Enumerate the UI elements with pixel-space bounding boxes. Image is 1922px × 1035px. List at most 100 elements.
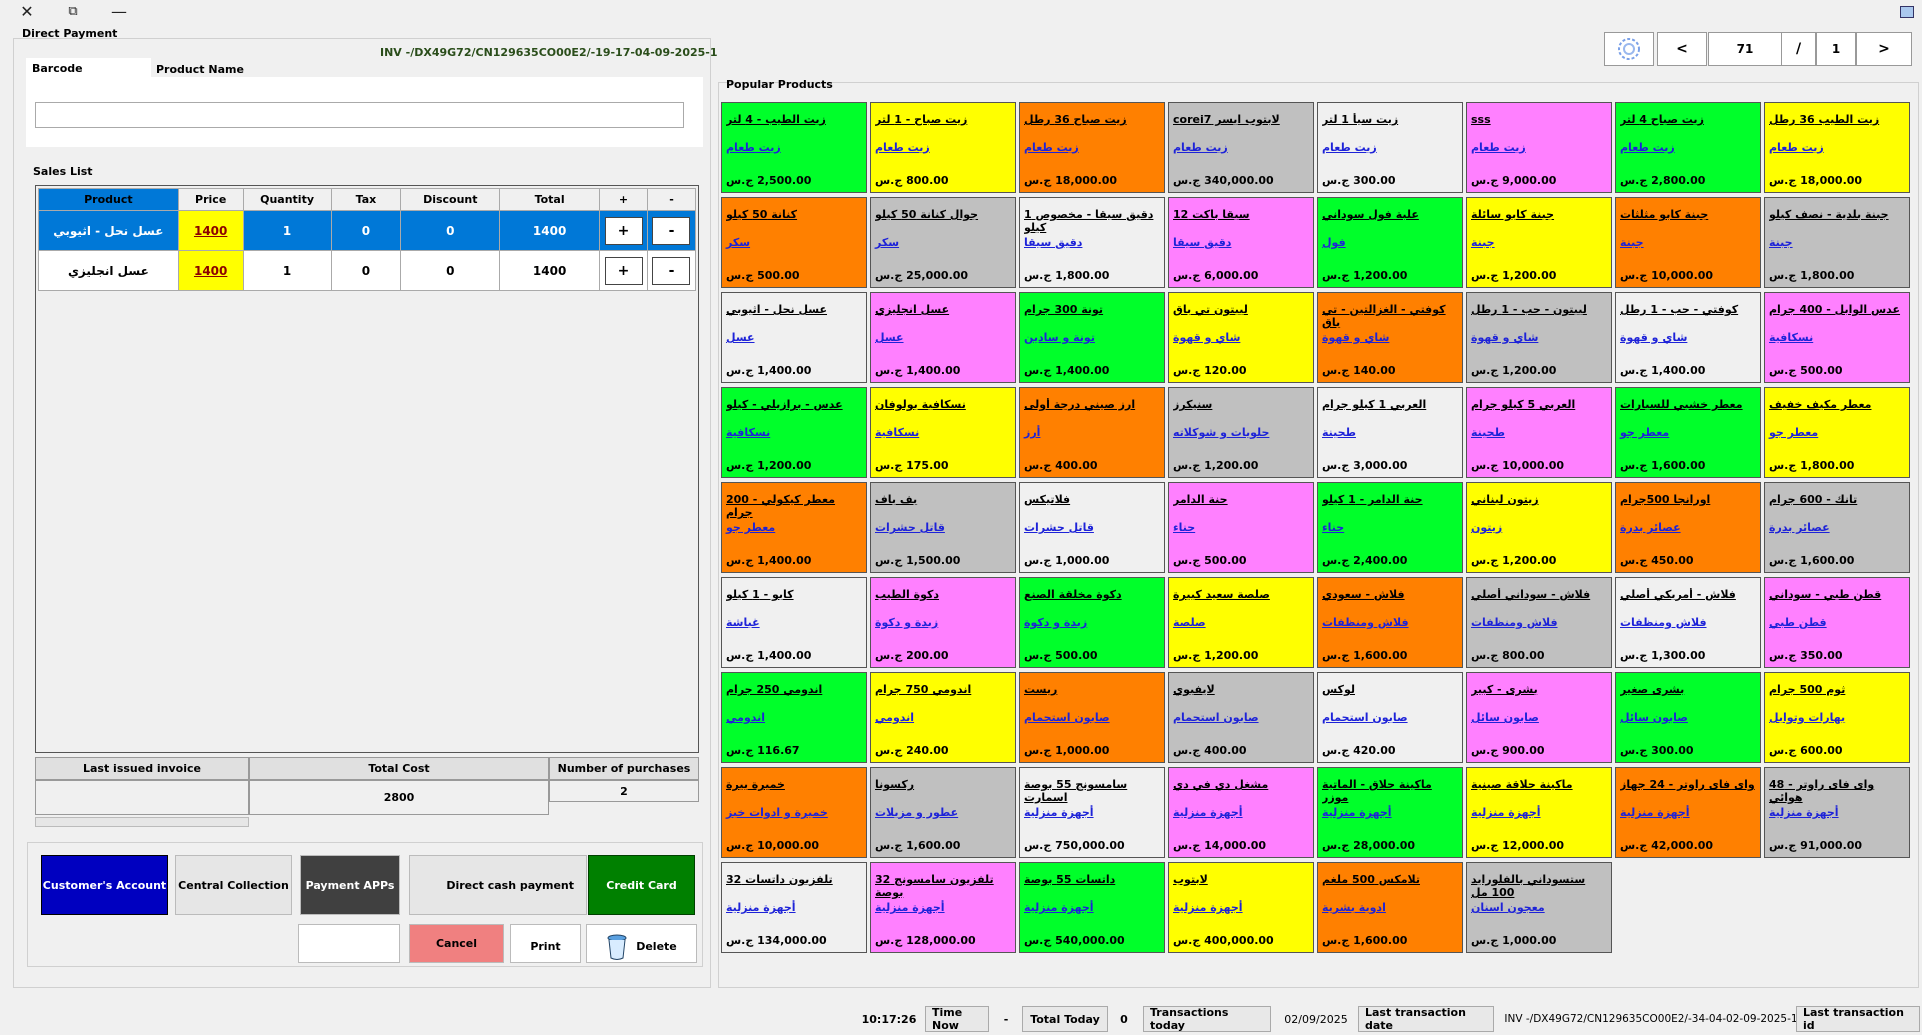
product-category[interactable]: أجهزة منزلية: [1024, 806, 1094, 819]
product-tile[interactable]: تلفزيون داتسات 32 أجهزة منزلية 134,000.00 …: [721, 862, 867, 953]
product-category[interactable]: اندومي: [875, 711, 914, 724]
product-tile[interactable]: عسل انجليزي عسل 1,400.00 ج.س: [870, 292, 1016, 383]
product-category[interactable]: صابون سائل: [1471, 711, 1539, 724]
product-category[interactable]: نسكافية: [726, 426, 770, 439]
cancel-button[interactable]: Cancel: [409, 924, 504, 963]
product-tile[interactable]: زيت صباح 36 رطل زيت طعام 18,000.00 ج.س: [1019, 102, 1165, 193]
product-tile[interactable]: حنة الدامر حناء 500.00 ج.س: [1168, 482, 1314, 573]
product-tile[interactable]: ماكينة حلاق - الماتية موزر أجهزة منزلية 28…: [1317, 767, 1463, 858]
product-category[interactable]: زيت طعام: [726, 141, 781, 154]
product-category[interactable]: أجهزة منزلية: [1620, 806, 1690, 819]
product-category[interactable]: أجهزة منزلية: [875, 901, 945, 914]
product-tile[interactable]: بشرى - كبير صابون سائل 900.00 ج.س: [1466, 672, 1612, 763]
product-category[interactable]: زبدة و دكوة: [1024, 616, 1087, 629]
product-tile[interactable]: كنانة 50 كيلو سكر 500.00 ج.س: [721, 197, 867, 288]
payment-apps-button[interactable]: Payment APPs: [300, 855, 400, 915]
blank-button[interactable]: [298, 924, 400, 963]
product-category[interactable]: عصائر بدرة: [1620, 521, 1681, 534]
product-category[interactable]: شاي و قهوة: [1173, 331, 1240, 344]
product-category[interactable]: شاي و قهوة: [1471, 331, 1538, 344]
product-category[interactable]: معطر جو: [1620, 426, 1669, 439]
next-page-button[interactable]: >: [1856, 32, 1912, 66]
cell-quantity[interactable]: 1: [242, 210, 332, 251]
product-category[interactable]: فلاش ومنظفات: [1471, 616, 1558, 629]
central-collection-button[interactable]: Central Collection: [175, 855, 292, 915]
product-tile[interactable]: واى فاى راوتر - 24 جهاز أجهزة منزلية 42,00…: [1615, 767, 1761, 858]
product-tile[interactable]: بشرى صغير صابون سائل 300.00 ج.س: [1615, 672, 1761, 763]
product-category[interactable]: زيت طعام: [1620, 141, 1675, 154]
product-tile[interactable]: زيت الطيب 36 رطل زيت طعام 18,000.00 ج.س: [1764, 102, 1910, 193]
product-tile[interactable]: معطر كيكولي - 200 جرام معطر جو 1,400.00 ج.…: [721, 482, 867, 573]
product-tile[interactable]: سنيكرز حلويات و شوكلاته 1,200.00 ج.س: [1168, 387, 1314, 478]
product-category[interactable]: جبنة: [1620, 236, 1644, 249]
product-category[interactable]: سكر: [875, 236, 899, 249]
product-tile[interactable]: ركسونا عطور و مزيلات 1,600.00 ج.س: [870, 767, 1016, 858]
product-tile[interactable]: تانك - 600 جرام عصائر بدرة 1,600.00 ج.س: [1764, 482, 1910, 573]
increment-button[interactable]: +: [604, 256, 643, 285]
print-button[interactable]: Print: [510, 924, 581, 963]
product-category[interactable]: جبنة: [1769, 236, 1793, 249]
product-category[interactable]: طحينة: [1471, 426, 1505, 439]
product-tile[interactable]: بف باف قاتل حشرات 1,500.00 ج.س: [870, 482, 1016, 573]
product-tile[interactable]: تلامكس 500 ملغم ادوية بشرية 1,600.00 ج.س: [1317, 862, 1463, 953]
product-tile[interactable]: ليبتون - حب - 1 رطل شاي و قهوة 1,200.00 ج.…: [1466, 292, 1612, 383]
product-category[interactable]: سكر: [726, 236, 750, 249]
customer-account-button[interactable]: Customer's Account: [41, 855, 168, 915]
product-category[interactable]: زيتون: [1471, 521, 1502, 534]
delete-button[interactable]: Delete: [586, 924, 697, 963]
product-tile[interactable]: داتسات 55 بوصة أجهزة منزلية 540,000.00 ج.س: [1019, 862, 1165, 953]
product-category[interactable]: اندومي: [726, 711, 765, 724]
product-category[interactable]: نسكافية: [875, 426, 919, 439]
product-category[interactable]: قطن طبي: [1769, 616, 1827, 629]
product-tile[interactable]: عدس الوابل - 400 جرام نسكافية 500.00 ج.س: [1764, 292, 1910, 383]
product-category[interactable]: غباشة: [726, 616, 760, 629]
product-tile[interactable]: دقيق سيقا - مخصوص 1 كيلو دقيق سيقا 1,800.0…: [1019, 197, 1165, 288]
product-category[interactable]: حناء: [1173, 521, 1195, 534]
product-category[interactable]: معطر جو: [1769, 426, 1818, 439]
prev-page-button[interactable]: <: [1657, 32, 1707, 66]
product-tile[interactable]: تونة 300 جرام تونة و سادين 1,400.00 ج.س: [1019, 292, 1165, 383]
product-category[interactable]: دقيق سيقا: [1024, 236, 1082, 249]
product-category[interactable]: ادوية بشرية: [1322, 901, 1386, 914]
product-tile[interactable]: كوفتي - الغزالتين - تي باق شاي و قهوة 140.…: [1317, 292, 1463, 383]
product-tile[interactable]: علبة فول سوداني فول 1,200.00 ج.س: [1317, 197, 1463, 288]
product-category[interactable]: عطور و مزيلات: [875, 806, 958, 819]
product-category[interactable]: حلويات و شوكلاته: [1173, 426, 1269, 439]
product-tile[interactable]: زيت الطيب - 4 لتر زيت طعام 2,500.00 ج.س: [721, 102, 867, 193]
product-category[interactable]: حناء: [1322, 521, 1344, 534]
product-category[interactable]: صابون استحمام: [1322, 711, 1408, 724]
product-category[interactable]: تونة و سادين: [1024, 331, 1095, 344]
product-category[interactable]: زيت طعام: [1471, 141, 1526, 154]
product-tile[interactable]: دكوة الطيب زبدة و دكوة 200.00 ج.س: [870, 577, 1016, 668]
cell-quantity[interactable]: 1: [242, 250, 332, 291]
increment-button[interactable]: +: [604, 216, 643, 245]
product-tile[interactable]: نسكافية بولوفان نسكافية 175.00 ج.س: [870, 387, 1016, 478]
product-category[interactable]: معطر جو: [726, 521, 775, 534]
product-category[interactable]: صابون استحمام: [1173, 711, 1259, 724]
product-tile[interactable]: جبنة كابو مثلثات جبنة 10,000.00 ج.س: [1615, 197, 1761, 288]
product-tile[interactable]: لابتوب أجهزة منزلية 400,000.00 ج.س: [1168, 862, 1314, 953]
product-category[interactable]: بهارات وتوابل: [1769, 711, 1845, 724]
product-tile[interactable]: تلفزيون سامسونج 32 بوصة أجهزة منزلية 128,0…: [870, 862, 1016, 953]
direct-cash-button[interactable]: Direct cash payment: [409, 855, 587, 915]
product-tile[interactable]: فلاتيكس قاتل حشرات 1,000.00 ج.س: [1019, 482, 1165, 573]
restore-icon[interactable]: ⧉: [62, 2, 84, 22]
product-category[interactable]: زبدة و دكوة: [875, 616, 938, 629]
table-row[interactable]: عسل نحل - اثيوبي 1400 1 0 0 1400 + -: [38, 210, 697, 251]
product-category[interactable]: صلصة: [1173, 616, 1206, 629]
product-category[interactable]: أجهزة منزلية: [726, 901, 796, 914]
product-category[interactable]: خميرة و ادوات خبز: [726, 806, 828, 819]
product-tile[interactable]: عدس - برازيلي - كيلو نسكافية 1,200.00 ج.س: [721, 387, 867, 478]
settings-button[interactable]: [1604, 32, 1654, 66]
product-tile[interactable]: دكوة مخلقة الصنع زبدة و دكوة 500.00 ج.س: [1019, 577, 1165, 668]
product-category[interactable]: أجهزة منزلية: [1471, 806, 1541, 819]
product-category[interactable]: قاتل حشرات: [875, 521, 945, 534]
product-tile[interactable]: ارز صيني درجة أولى أرز 400.00 ج.س: [1019, 387, 1165, 478]
tab-barcode[interactable]: Barcode: [26, 58, 151, 78]
product-category[interactable]: زيت طعام: [1173, 141, 1228, 154]
product-tile[interactable]: زيت صباح - 1 لتر زيت طعام 800.00 ج.س: [870, 102, 1016, 193]
product-tile[interactable]: زيت صباح 4 لتر زيت طعام 2,800.00 ج.س: [1615, 102, 1761, 193]
product-tile[interactable]: مشغل دي في دي أجهزة منزلية 14,000.00 ج.س: [1168, 767, 1314, 858]
product-tile[interactable]: معطر خشبي للسيارات معطر جو 1,600.00 ج.س: [1615, 387, 1761, 478]
product-tile[interactable]: ثوم 500 جرام بهارات وتوابل 600.00 ج.س: [1764, 672, 1910, 763]
